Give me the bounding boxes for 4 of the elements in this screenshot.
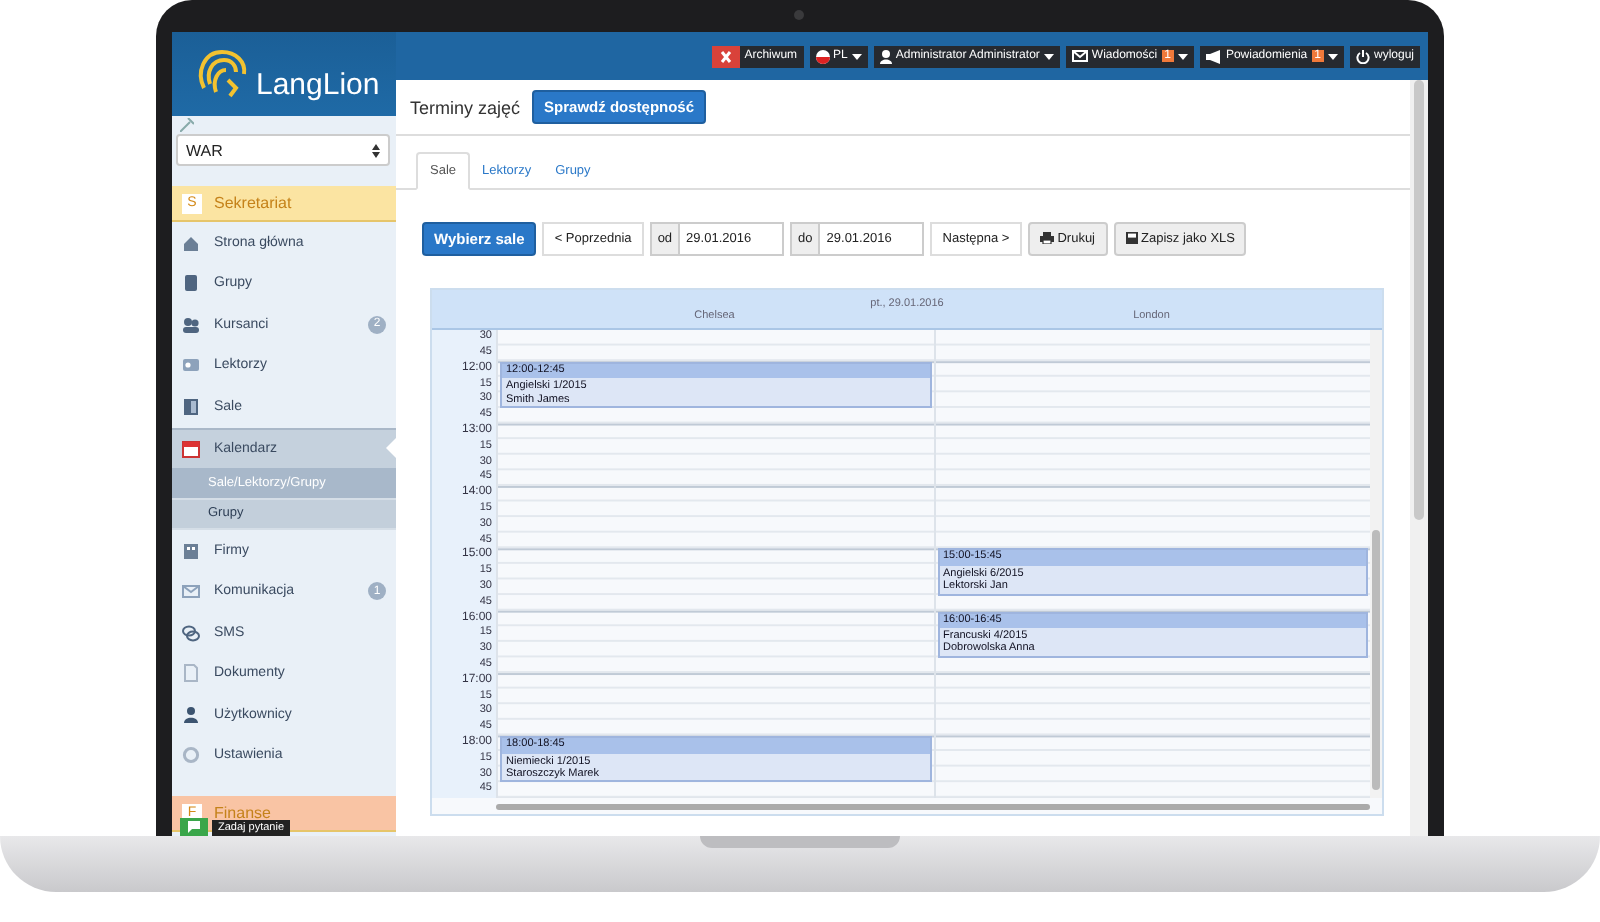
logo-text: LangLion	[256, 67, 380, 101]
page-title: Terminy zajęć	[410, 97, 521, 117]
section-title: Sekretariat	[214, 194, 292, 212]
section-title: Finanse	[214, 804, 271, 822]
